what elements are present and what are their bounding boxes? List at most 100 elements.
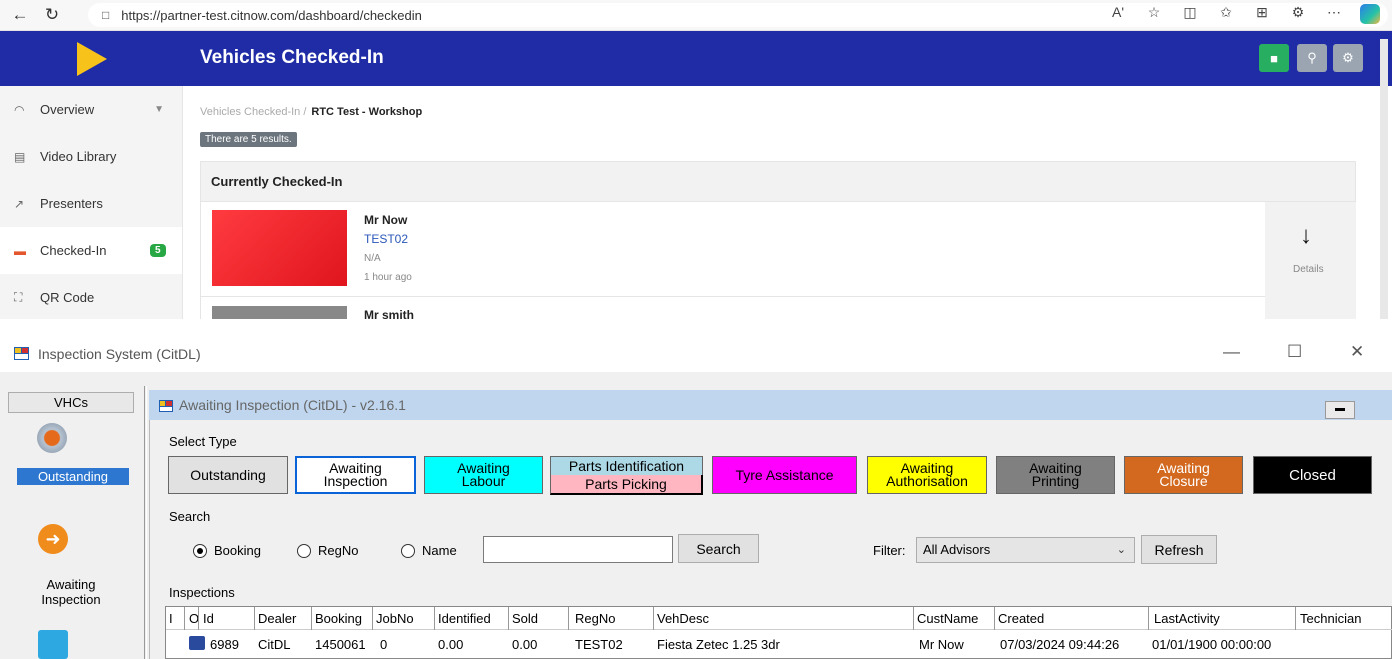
arrow-right-circle-icon[interactable]: ➜ [38, 524, 68, 554]
table-cell[interactable]: Mr Now [919, 637, 964, 652]
type-awaiting-authorisation-button[interactable]: Awaiting Authorisation [867, 456, 987, 494]
cart-icon[interactable] [38, 630, 68, 659]
column-header[interactable]: Technician [1300, 611, 1361, 626]
vehicle-row[interactable]: Mr Now TEST02 N/A 1 hour ago [201, 202, 1265, 297]
radio-regno[interactable]: RegNo [297, 543, 358, 558]
vhcs-button[interactable]: VHCs [8, 392, 134, 413]
table-cell[interactable]: Fiesta Zetec 1.25 3dr [657, 637, 780, 652]
vehicle-thumbnail[interactable] [212, 306, 347, 319]
column-separator[interactable] [1295, 607, 1296, 630]
column-header[interactable]: LastActivity [1154, 611, 1220, 626]
outstanding-label[interactable]: Outstanding [17, 468, 129, 485]
table-cell[interactable]: 07/03/2024 09:44:26 [1000, 637, 1119, 652]
table-cell[interactable]: 0.00 [438, 637, 463, 652]
radio-booking[interactable]: Booking [193, 543, 261, 558]
inspections-grid[interactable]: I O Id Dealer Booking JobNo Identified S… [165, 606, 1392, 659]
type-parts-picking-button[interactable]: Parts Picking [550, 475, 703, 495]
extensions-icon[interactable]: ⚙ [1288, 4, 1308, 24]
page-scrollbar[interactable] [1380, 39, 1388, 319]
column-separator[interactable] [1148, 607, 1149, 630]
table-cell[interactable]: 01/01/1900 00:00:00 [1152, 637, 1271, 652]
citnow-logo[interactable] [0, 31, 183, 86]
table-cell[interactable]: 1450061 [315, 637, 366, 652]
car-button[interactable]: ■ [1259, 44, 1289, 72]
type-tyre-assistance-button[interactable]: Tyre Assistance [712, 456, 857, 494]
table-cell[interactable]: 0 [380, 637, 387, 652]
column-header[interactable]: Identified [438, 611, 491, 626]
column-header[interactable]: RegNo [575, 611, 615, 626]
awaiting-inspection-label[interactable]: Awaiting Inspection [8, 577, 134, 607]
split-screen-icon[interactable]: ◫ [1180, 4, 1200, 24]
more-icon[interactable]: ⋯ [1324, 4, 1344, 24]
column-separator[interactable] [508, 607, 509, 630]
collections-icon[interactable]: ⊞ [1252, 4, 1272, 24]
column-separator[interactable] [994, 607, 995, 630]
column-header[interactable]: Booking [315, 611, 362, 626]
sidebar-item-checked-in[interactable]: ▬ Checked-In 5 [0, 227, 182, 274]
favorites-bar-icon[interactable]: ✩ [1216, 4, 1236, 24]
column-header[interactable]: I [169, 611, 173, 626]
vehicle-thumbnail[interactable] [212, 210, 347, 286]
back-icon[interactable]: ← [8, 3, 32, 27]
column-separator[interactable] [568, 607, 569, 630]
settings-button[interactable]: ⚙ [1333, 44, 1363, 72]
child-titlebar: Awaiting Inspection (CitDL) - v2.16.1 ▬ [149, 390, 1392, 420]
refresh-icon[interactable]: ↻ [40, 3, 64, 27]
search-button[interactable]: ⚲ [1297, 44, 1327, 72]
column-header[interactable]: Id [203, 611, 214, 626]
column-separator[interactable] [184, 607, 185, 630]
column-header[interactable]: VehDesc [657, 611, 709, 626]
search-button[interactable]: Search [678, 534, 759, 563]
table-cell[interactable]: CitDL [258, 637, 291, 652]
sidebar-item-presenters[interactable]: ↗ Presenters [0, 180, 182, 227]
table-cell[interactable]: 0.00 [512, 637, 537, 652]
table-cell[interactable]: 6989 [210, 637, 239, 652]
column-separator[interactable] [372, 607, 373, 630]
breadcrumb-current: RTC Test - Workshop [311, 106, 423, 118]
url-text[interactable]: https://partner-test.citnow.com/dashboar… [121, 8, 422, 23]
sidebar-item-video-library[interactable]: ▤ Video Library [0, 133, 182, 180]
column-header[interactable]: Dealer [258, 611, 296, 626]
site-info-icon[interactable]: □ [102, 8, 109, 22]
column-separator[interactable] [198, 607, 199, 630]
type-closed-button[interactable]: Closed [1253, 456, 1372, 494]
close-icon[interactable]: ✕ [1350, 342, 1364, 362]
breadcrumb-parent[interactable]: Vehicles Checked-In / [200, 106, 306, 118]
column-separator[interactable] [434, 607, 435, 630]
web-sidebar: ◠ Overview ▼ ▤ Video Library ↗ Presenter… [0, 86, 183, 319]
type-awaiting-printing-button[interactable]: Awaiting Printing [996, 456, 1115, 494]
type-awaiting-inspection-button[interactable]: Awaiting Inspection [295, 456, 416, 494]
outstanding-icon[interactable] [37, 423, 67, 453]
registration-link[interactable]: TEST02 [364, 232, 408, 246]
type-awaiting-labour-button[interactable]: Awaiting Labour [424, 456, 543, 494]
form-minimize-button[interactable]: ▬ [1325, 401, 1355, 419]
type-outstanding-button[interactable]: Outstanding [168, 456, 288, 494]
read-aloud-icon[interactable]: Aʹ [1108, 4, 1128, 24]
column-header[interactable]: Sold [512, 611, 538, 626]
column-separator[interactable] [254, 607, 255, 630]
minimize-icon[interactable]: — [1223, 342, 1240, 362]
vehicle-icon [189, 636, 205, 650]
maximize-icon[interactable]: ☐ [1287, 342, 1302, 362]
column-separator[interactable] [311, 607, 312, 630]
type-parts-identification-button[interactable]: Parts Identification [550, 456, 703, 475]
sidebar-item-overview[interactable]: ◠ Overview ▼ [0, 86, 182, 133]
column-header[interactable]: CustName [917, 611, 978, 626]
column-separator[interactable] [653, 607, 654, 630]
browser-toolbar: ← ↻ □ https://partner-test.citnow.com/da… [0, 0, 1392, 31]
advisor-filter-select[interactable]: All Advisors ⌄ [916, 537, 1135, 563]
copilot-icon[interactable] [1360, 4, 1380, 24]
search-input[interactable] [483, 536, 673, 563]
column-separator[interactable] [913, 607, 914, 630]
sidebar-item-qr-code[interactable]: ⛶ QR Code [0, 274, 182, 319]
favorite-icon[interactable]: ☆ [1144, 4, 1164, 24]
web-main: Vehicles Checked-In / RTC Test - Workshop… [200, 86, 1360, 319]
column-header[interactable]: JobNo [376, 611, 414, 626]
type-awaiting-closure-button[interactable]: Awaiting Closure [1124, 456, 1243, 494]
refresh-button[interactable]: Refresh [1141, 535, 1217, 564]
details-button[interactable]: ↓ Details [1265, 202, 1356, 319]
column-header[interactable]: Created [998, 611, 1044, 626]
radio-dot [297, 543, 311, 558]
table-cell[interactable]: TEST02 [575, 637, 623, 652]
radio-name[interactable]: Name [401, 543, 457, 558]
